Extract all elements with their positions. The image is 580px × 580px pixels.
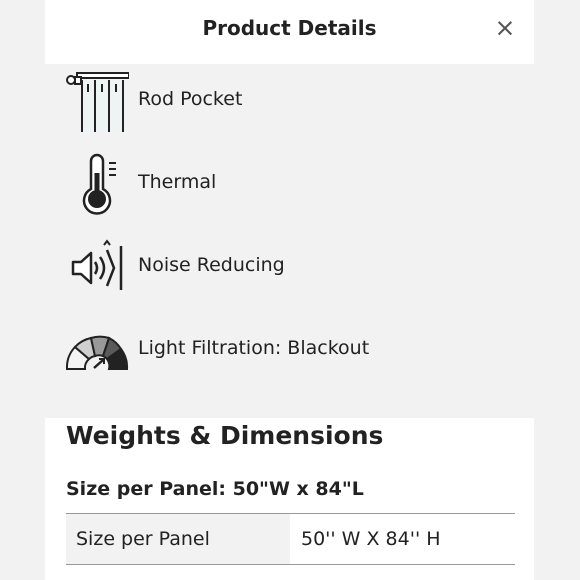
feature-label: Thermal: [138, 171, 217, 193]
section-title: Weights & Dimensions: [66, 421, 384, 450]
modal-header: Product Details ×: [45, 0, 534, 64]
close-button[interactable]: ×: [494, 15, 516, 41]
feature-item-light-filtration: Light Filtration: Blackout: [45, 315, 534, 385]
table-row-value: 50'' W X 84'' H: [290, 514, 515, 564]
feature-list: Rod Pocket Thermal Noise Reducing Light …: [45, 64, 534, 418]
feature-item-thermal: Thermal: [45, 149, 534, 219]
feature-label: Noise Reducing: [138, 254, 285, 276]
table-row-key: Size per Panel: [66, 514, 290, 564]
feature-item-noise-reducing: Noise Reducing: [45, 232, 534, 302]
sound-reduction-icon: [65, 236, 129, 300]
feature-label: Light Filtration: Blackout: [138, 337, 370, 359]
modal-title: Product Details: [202, 16, 377, 40]
dimensions-table: Size per Panel 50'' W X 84'' H: [66, 513, 515, 565]
light-gauge-icon: [65, 319, 129, 383]
thermometer-icon: [65, 153, 129, 217]
table-cell: 50'' W X 84'' H: [301, 528, 441, 550]
table-cell: Size per Panel: [76, 528, 210, 550]
feature-label: Rod Pocket: [138, 88, 243, 110]
panel-size-summary: Size per Panel: 50"W x 84"L: [66, 478, 364, 500]
product-details-modal: Product Details × Rod Pocket Thermal Noi…: [45, 0, 534, 580]
feature-item-rod-pocket: Rod Pocket: [45, 66, 534, 136]
rod-pocket-icon: [65, 70, 130, 134]
